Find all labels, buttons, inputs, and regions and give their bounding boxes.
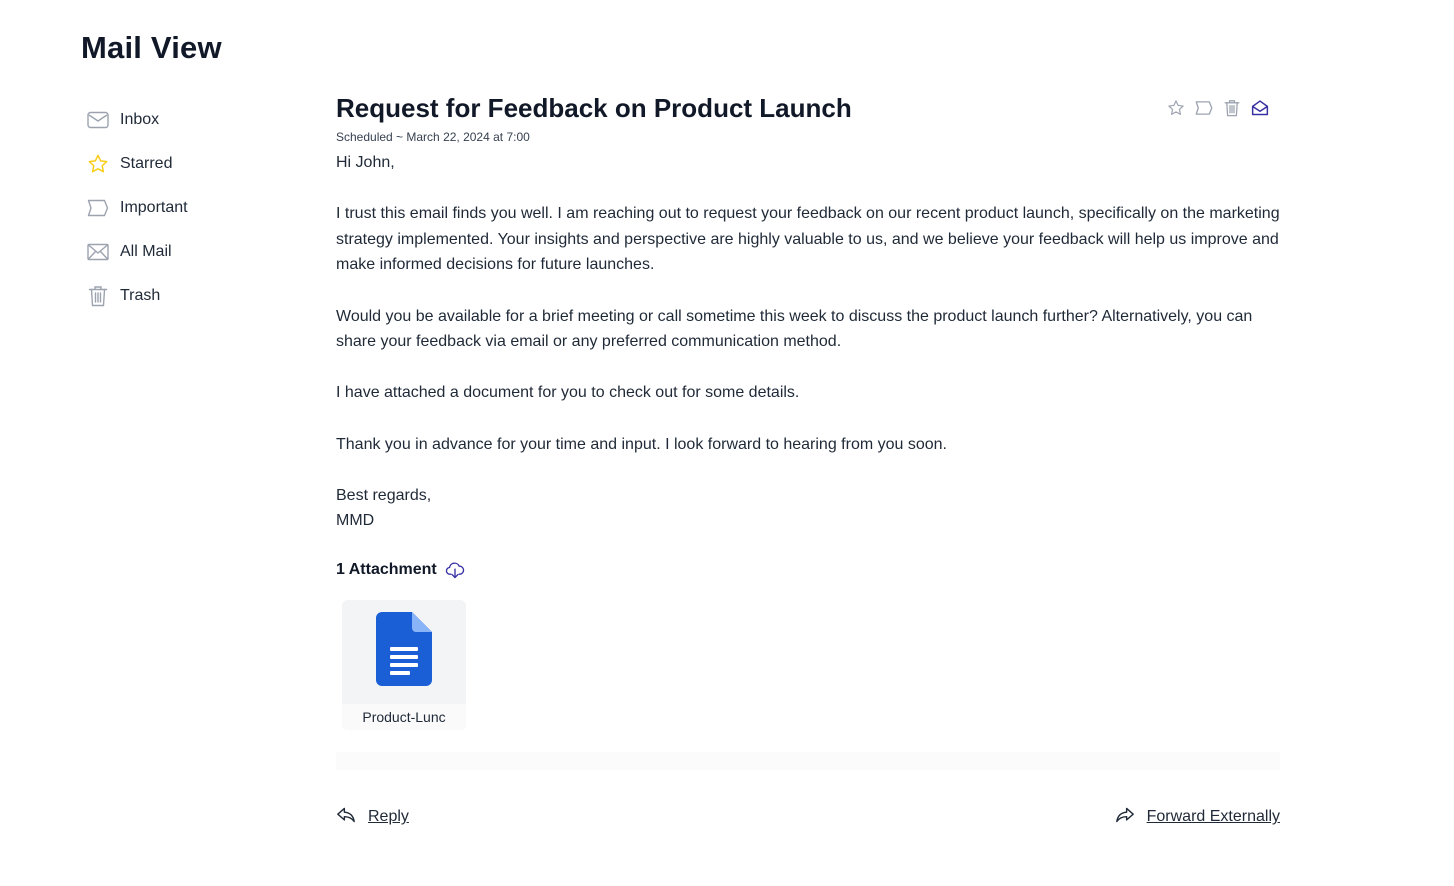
sidebar-item-label: Important — [120, 199, 188, 216]
email-paragraph: Thank you in advance for your time and i… — [336, 435, 947, 453]
sidebar-item-trash[interactable]: Trash — [86, 274, 286, 318]
sidebar-item-starred[interactable]: Starred — [86, 142, 286, 186]
divider — [336, 751, 1280, 770]
star-icon[interactable] — [1166, 98, 1186, 118]
sidebar-item-label: All Mail — [120, 243, 172, 260]
sidebar-item-label: Starred — [120, 155, 173, 172]
attachment-name: Product-Lunc — [362, 708, 446, 725]
reply-icon — [336, 806, 356, 829]
forward-icon — [1115, 806, 1135, 829]
email-signature: MMD — [336, 512, 375, 530]
attachments-header: 1 Attachment — [336, 560, 1280, 580]
label-icon — [86, 196, 110, 220]
cloud-download-icon[interactable] — [445, 560, 465, 580]
sidebar-item-inbox[interactable]: Inbox — [86, 98, 286, 142]
reply-button[interactable]: Reply — [336, 806, 409, 829]
email-paragraph: I have attached a document for you to ch… — [336, 384, 800, 402]
sidebar: Inbox Starred Important All Mail Trash — [86, 98, 286, 318]
page-title: Mail View — [81, 30, 222, 65]
email-meta: Scheduled ~ March 22, 2024 at 7:00 — [336, 130, 530, 144]
mark-unread-icon[interactable] — [1250, 98, 1270, 118]
sidebar-item-all-mail[interactable]: All Mail — [86, 230, 286, 274]
email-subject: Request for Feedback on Product Launch — [336, 93, 852, 123]
forward-button[interactable]: Forward Externally — [1115, 806, 1280, 829]
attachment-thumbnail — [342, 599, 466, 704]
email-view: Request for Feedback on Product Launch S… — [336, 90, 1280, 829]
email-closing: Best regards, — [336, 486, 432, 504]
sidebar-item-label: Trash — [120, 287, 161, 304]
reply-link[interactable]: Reply — [368, 808, 409, 826]
label-icon[interactable] — [1194, 98, 1214, 118]
star-icon — [86, 152, 110, 176]
google-doc-icon — [376, 612, 432, 691]
email-actions — [1166, 98, 1270, 118]
email-paragraph: I trust this email finds you well. I am … — [336, 205, 1280, 274]
inbox-icon — [86, 108, 110, 132]
email-footer: Reply Forward Externally — [336, 806, 1280, 829]
email-body: Hi John, I trust this email finds you we… — [336, 150, 1280, 534]
trash-icon[interactable] — [1222, 98, 1242, 118]
email-paragraph: Would you be available for a brief meeti… — [336, 307, 1253, 351]
email-greeting: Hi John, — [336, 154, 395, 171]
sidebar-item-label: Inbox — [120, 111, 160, 128]
sidebar-item-important[interactable]: Important — [86, 186, 286, 230]
attachments-count: 1 Attachment — [336, 560, 437, 578]
forward-link[interactable]: Forward Externally — [1147, 808, 1280, 826]
mail-icon — [86, 240, 110, 264]
attachment-card[interactable]: Product-Lunc — [342, 599, 466, 730]
trash-icon — [86, 284, 110, 308]
